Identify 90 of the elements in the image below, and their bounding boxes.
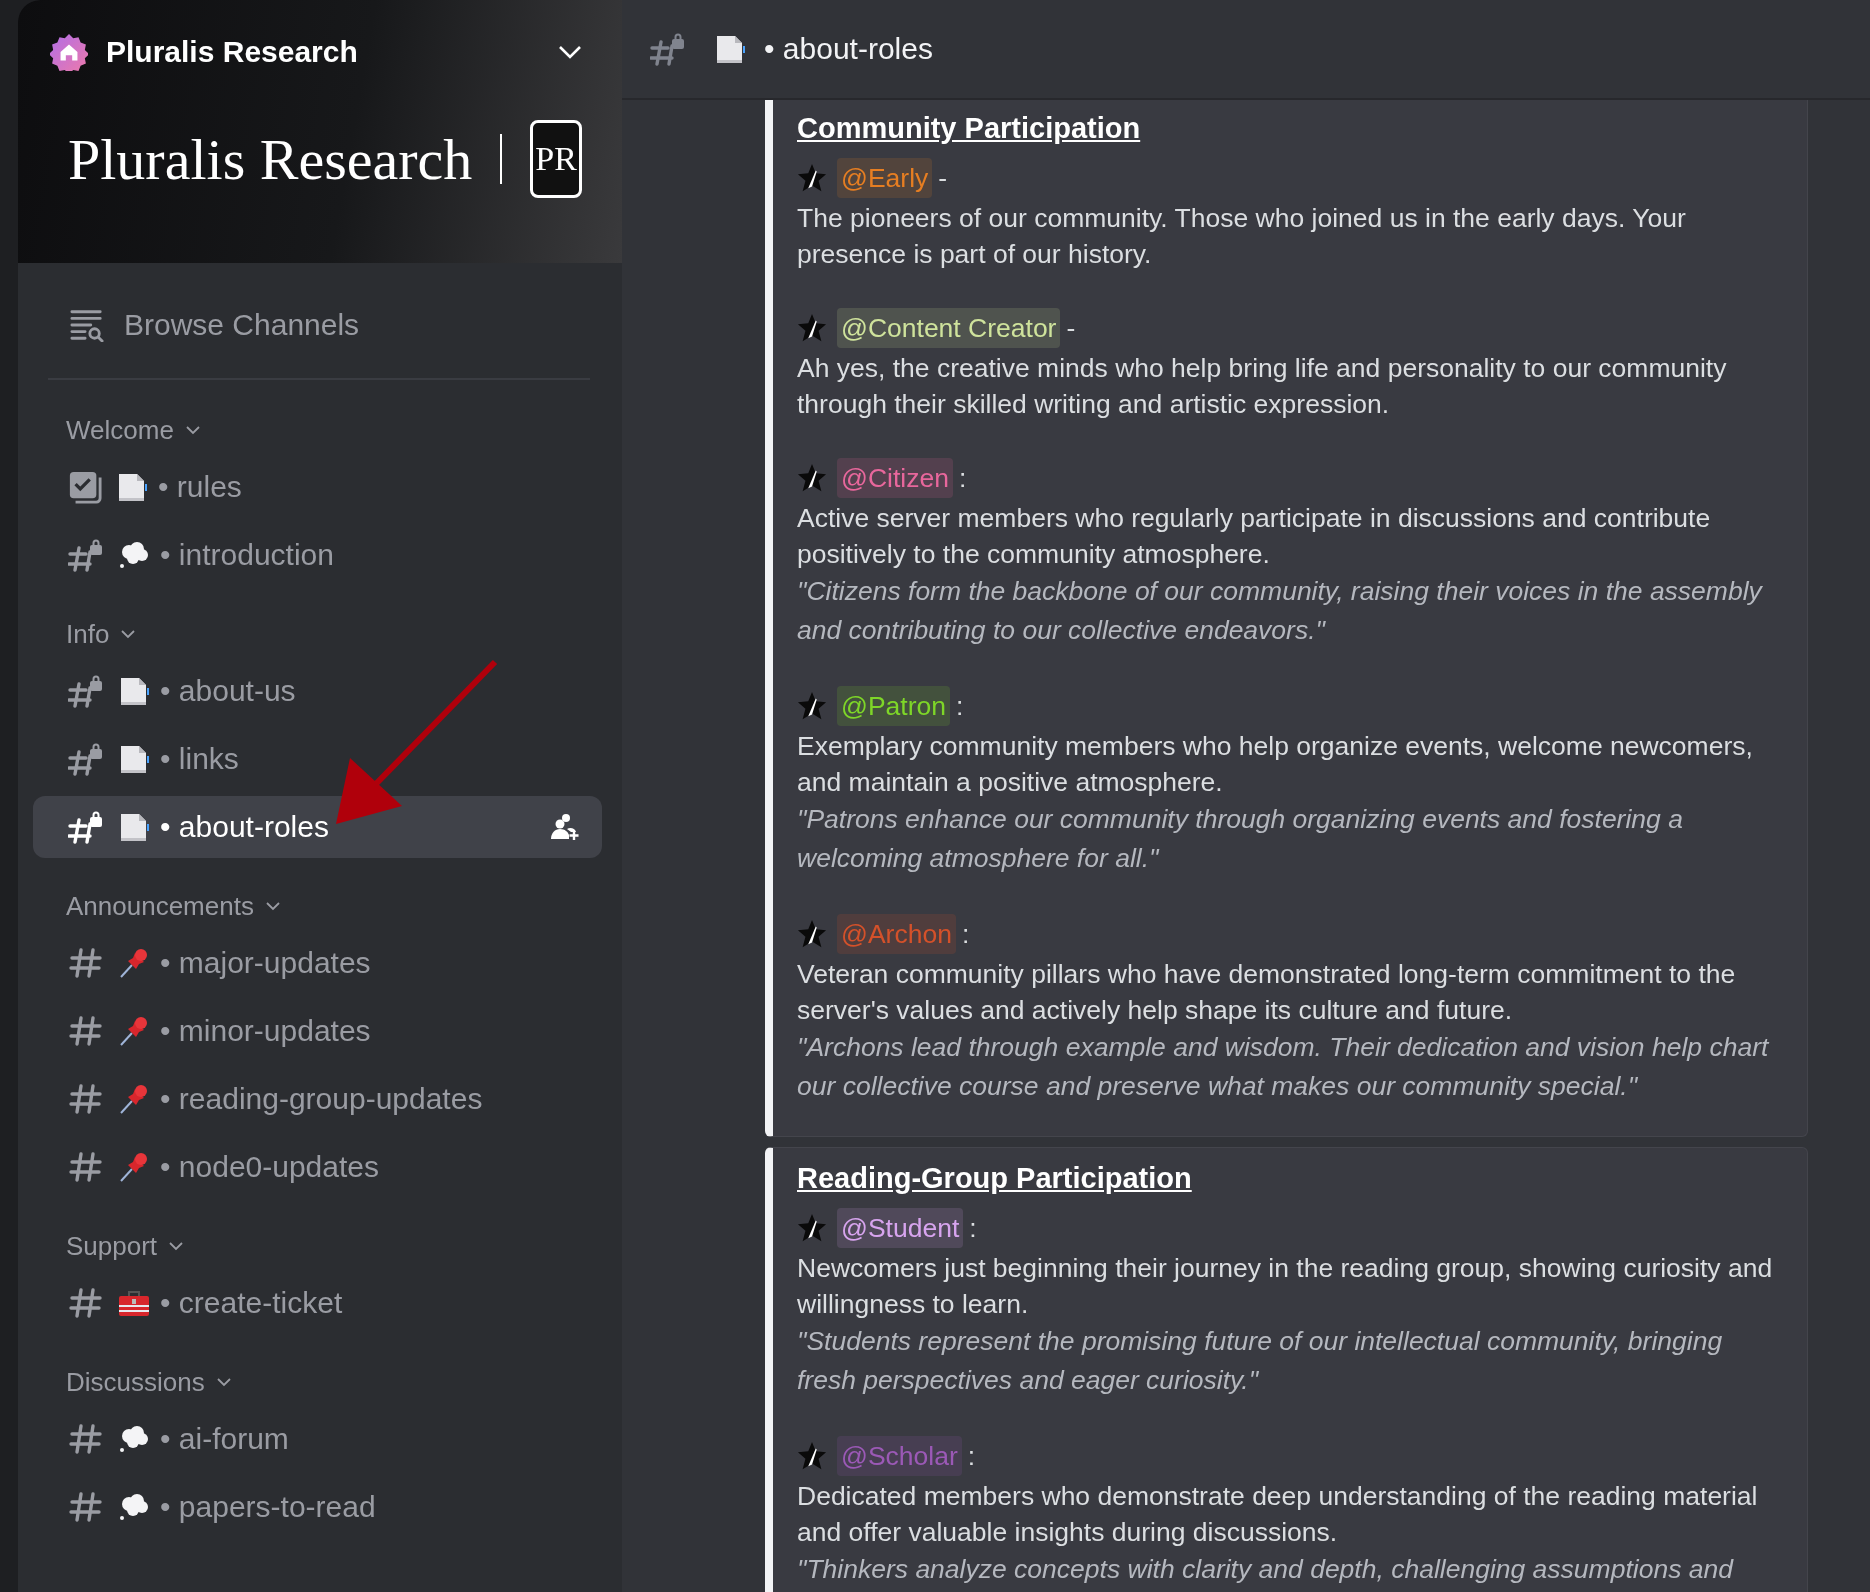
channel-item[interactable]: • reading-group-updates — [33, 1068, 602, 1130]
channel-item[interactable]: • papers-to-read — [33, 1476, 602, 1538]
chevron-icon — [216, 1377, 231, 1387]
star-icon — [797, 1441, 827, 1471]
page-icon — [116, 471, 148, 503]
channel-item[interactable]: • about-roles — [33, 796, 602, 858]
category-header[interactable]: Welcome — [33, 410, 200, 450]
hash-icon — [68, 1014, 104, 1048]
locked-hash-icon — [68, 538, 104, 572]
pushpin-icon — [118, 1015, 150, 1047]
channel-item[interactable]: • ai-forum — [33, 1408, 602, 1470]
channel-item[interactable]: • introduction — [33, 524, 602, 586]
channel-item[interactable]: • rules — [33, 456, 602, 518]
chevron-icon — [185, 425, 200, 435]
separator-text: : — [961, 918, 970, 950]
banner-badge: PR — [530, 120, 582, 198]
page-icon — [118, 811, 150, 843]
separator-text: : — [958, 462, 967, 494]
role-mention[interactable]: @Early — [837, 158, 933, 198]
role-quote: "Students represent the promising future of our intellectual community, bringing fresh perspectives and eager curiosity." — [797, 1325, 1724, 1397]
locked-hash-icon — [650, 32, 686, 66]
home-badge-icon — [50, 33, 88, 71]
browse-channels-item[interactable]: Browse Channels — [18, 263, 622, 345]
star-icon — [797, 163, 827, 193]
role-quote: "Citizens form the backbone of our community, raising their voices in the assembly and contributing to our collective endeavors." — [797, 575, 1764, 647]
channel-item[interactable]: • major-updates — [33, 932, 602, 994]
thought-bubble-icon — [118, 1491, 150, 1523]
star-icon — [797, 691, 827, 721]
role-mention[interactable]: @Student — [837, 1208, 964, 1248]
separator-text: - — [938, 162, 948, 194]
role-quote: "Thinkers analyze concepts with clarity and depth, challenging assumptions and — [797, 1553, 1735, 1586]
embed-title: Reading-Group Participation — [797, 1161, 1192, 1196]
star-icon — [797, 919, 827, 949]
thought-bubble-icon — [118, 539, 150, 571]
star-icon — [797, 1213, 827, 1243]
separator-text: : — [967, 1440, 976, 1472]
category-header[interactable]: Announcements — [33, 886, 280, 926]
channel-item[interactable]: • minor-updates — [33, 1000, 602, 1062]
chevron-icon — [169, 1241, 184, 1251]
separator-text: : — [956, 690, 964, 722]
role-description: Exemplary community members who help organize events, welcome newcomers, and maintain a positive atmosphere. — [797, 730, 1754, 799]
channel-item[interactable]: • node0-updates — [33, 1136, 602, 1198]
category-header[interactable]: Discussions — [33, 1362, 231, 1402]
channel-item[interactable]: • create-ticket — [33, 1272, 602, 1334]
role-description: Active server members who regularly participate in discussions and contribute positively to the community atmosphere. — [797, 502, 1712, 571]
star-icon — [797, 463, 827, 493]
role-description: Dedicated members who demonstrate deep understanding of the reading material and offer valuable insights during discussions. — [797, 1480, 1759, 1549]
category-header[interactable]: Info — [33, 614, 136, 654]
role-description: Ah yes, the creative minds who help bring life and personality to our community through their skilled writing and artistic expression. — [797, 352, 1728, 421]
hash-icon — [68, 1422, 104, 1456]
role-mention[interactable]: @Patron — [837, 686, 950, 726]
locked-hash-icon — [68, 742, 104, 776]
banner-title: Pluralis Research — [68, 125, 473, 193]
hash-icon — [68, 946, 104, 980]
role-quote: "Patrons enhance our community through organizing events and fostering a welcoming atmosphere for all." — [797, 803, 1684, 875]
banner-divider — [500, 134, 503, 184]
locked-hash-icon — [68, 674, 104, 708]
add-member-icon[interactable] — [550, 813, 580, 841]
channel-item[interactable]: • about-us — [33, 660, 602, 722]
chevron-icon — [121, 629, 136, 639]
pushpin-icon — [118, 947, 150, 979]
page-icon — [118, 743, 150, 775]
role-description: The pioneers of our community. Those who joined us in the early days. Your presence is part of our history. — [797, 202, 1687, 271]
chevron-icon — [265, 901, 280, 911]
chevron-down-icon[interactable] — [558, 45, 582, 59]
separator-text: : — [969, 1212, 977, 1244]
category-header[interactable]: Support — [33, 1226, 184, 1266]
role-description: Veteran community pillars who have demonstrated long-term commitment to the server's values and actively help shape its culture and future. — [797, 958, 1737, 1027]
role-mention[interactable]: @Citizen — [837, 458, 953, 498]
role-quote: "Archons lead through example and wisdom. Their dedication and vision help chart our collective course and preserve what makes our community special." — [797, 1031, 1771, 1103]
thought-bubble-icon — [118, 1423, 150, 1455]
star-icon — [797, 313, 827, 343]
locked-hash-icon — [68, 810, 104, 844]
hash-icon — [68, 1286, 104, 1320]
role-mention[interactable]: @Content Creator — [837, 308, 1061, 348]
embed-title: Community Participation — [797, 111, 1141, 146]
hash-icon — [68, 1490, 104, 1524]
separator-text: - — [1066, 312, 1076, 344]
pushpin-icon — [118, 1151, 150, 1183]
channel-item[interactable]: • links — [33, 728, 602, 790]
pushpin-icon — [118, 1083, 150, 1115]
hash-icon — [68, 1150, 104, 1184]
server-name[interactable]: Pluralis Research — [106, 35, 540, 69]
role-description: Newcomers just beginning their journey in the reading group, showing curiosity and willingness to learn. — [797, 1252, 1774, 1321]
rules-checkbox-icon — [68, 470, 102, 504]
hash-icon — [68, 1082, 104, 1116]
page-icon — [118, 675, 150, 707]
browse-list-icon — [68, 308, 106, 342]
channel-title: • about-roles — [764, 32, 933, 66]
page-icon — [714, 33, 746, 65]
